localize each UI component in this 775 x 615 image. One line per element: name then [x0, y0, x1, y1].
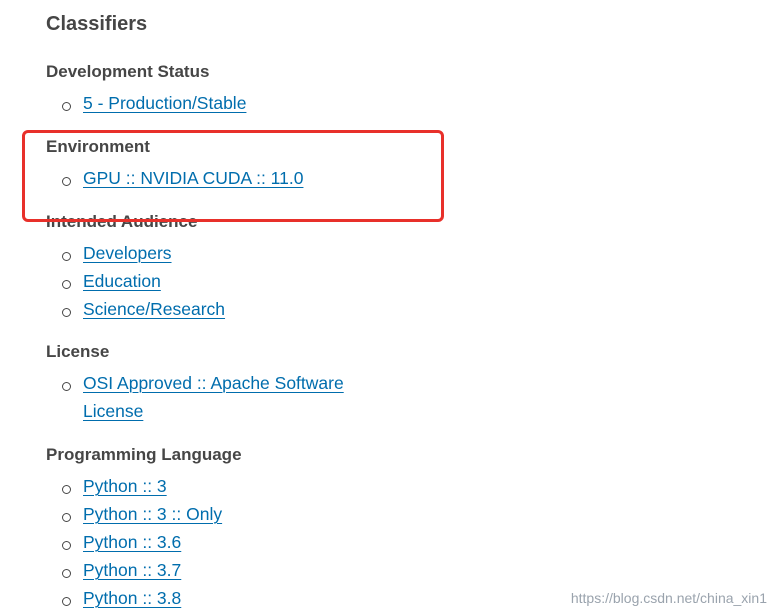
- classifier-link-production-stable[interactable]: 5 - Production/Stable: [83, 89, 246, 117]
- classifier-link-python-3[interactable]: Python :: 3: [83, 472, 167, 500]
- classifier-link-education[interactable]: Education: [83, 267, 161, 295]
- list-item: Python :: 3: [62, 476, 167, 500]
- list-item: Science/Research: [62, 299, 225, 323]
- list-item: Python :: 3.6: [62, 532, 181, 556]
- bullet-icon: [62, 382, 71, 391]
- list-item: OSI Approved :: Apache Software License: [62, 373, 373, 425]
- classifier-link-python-3-7[interactable]: Python :: 3.7: [83, 556, 181, 584]
- highlight-annotation-box: [22, 130, 444, 222]
- classifier-link-python-3-8[interactable]: Python :: 3.8: [83, 584, 181, 612]
- list-item: Python :: 3.7: [62, 560, 181, 584]
- bullet-icon: [62, 308, 71, 317]
- classifier-link-developers[interactable]: Developers: [83, 239, 172, 267]
- bullet-icon: [62, 485, 71, 494]
- bullet-icon: [62, 280, 71, 289]
- bullet-icon: [62, 597, 71, 606]
- list-item: Education: [62, 271, 161, 295]
- group-title-programming-language: Programming Language: [46, 445, 242, 464]
- bullet-icon: [62, 541, 71, 550]
- group-title-license: License: [46, 342, 110, 361]
- classifier-link-python-3-6[interactable]: Python :: 3.6: [83, 528, 181, 556]
- watermark-text: https://blog.csdn.net/china_xin1: [570, 590, 767, 606]
- classifier-link-apache-license[interactable]: OSI Approved :: Apache Software License: [83, 369, 373, 425]
- page-title: Classifiers: [46, 13, 148, 35]
- list-item: Python :: 3 :: Only: [62, 504, 222, 528]
- group-title-development-status: Development Status: [46, 62, 210, 81]
- bullet-icon: [62, 102, 71, 111]
- list-item: 5 - Production/Stable: [62, 93, 246, 117]
- classifier-link-python-3-only[interactable]: Python :: 3 :: Only: [83, 500, 222, 528]
- list-item: Python :: 3.8: [62, 588, 181, 612]
- bullet-icon: [62, 513, 71, 522]
- bullet-icon: [62, 252, 71, 261]
- list-item: Developers: [62, 243, 172, 267]
- bullet-icon: [62, 569, 71, 578]
- classifier-link-science-research[interactable]: Science/Research: [83, 295, 225, 323]
